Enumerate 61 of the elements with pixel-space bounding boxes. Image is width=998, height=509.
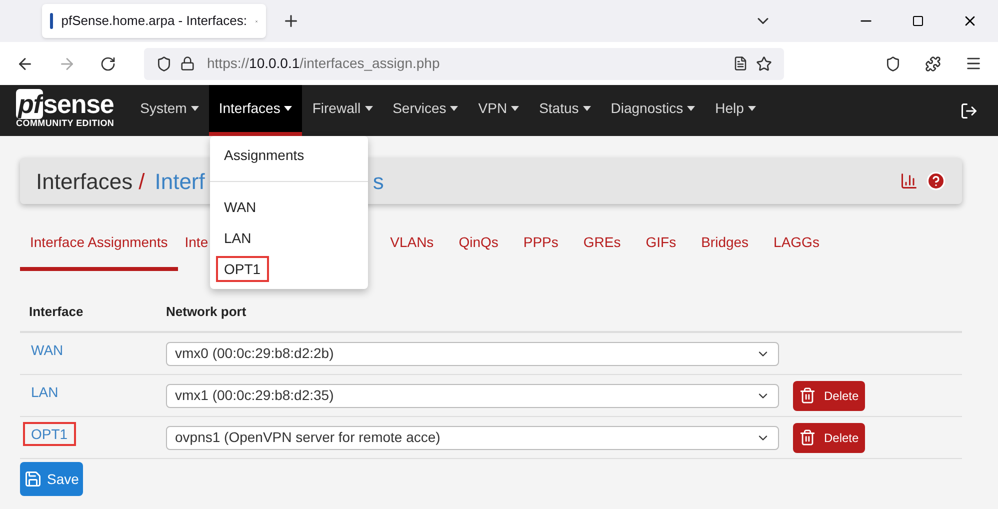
maximize-icon[interactable] [912, 15, 924, 27]
menu-icon[interactable] [965, 55, 982, 72]
logo[interactable]: pfsense COMMUNITY EDITION [16, 85, 114, 136]
shield-icon [156, 56, 172, 72]
delete-button[interactable]: Delete [793, 422, 865, 452]
reader-icon[interactable] [733, 56, 748, 71]
save-icon [24, 470, 42, 488]
tab[interactable]: PPPs [513, 232, 568, 271]
network-port-select[interactable]: vmx1 (00:0c:29:b8:d2:35) [166, 384, 779, 408]
caret-icon [687, 106, 696, 111]
lock-icon [180, 56, 195, 71]
tab[interactable]: Bridges [691, 232, 759, 271]
dropdown-item[interactable]: LAN [216, 225, 260, 251]
dropdown-item[interactable]: Assignments [216, 142, 312, 168]
save-button[interactable]: Save [20, 462, 83, 496]
dropdown-item[interactable]: WAN [216, 194, 264, 220]
caret-icon [190, 106, 199, 111]
tab[interactable]: GIFs [636, 232, 686, 271]
logout-icon[interactable] [960, 102, 978, 120]
caret-icon [748, 106, 756, 111]
tab[interactable]: Interface Assignments [20, 232, 178, 271]
caret-icon [582, 106, 591, 111]
reload-icon[interactable] [100, 56, 116, 72]
interface-link[interactable]: OPT1 [23, 422, 76, 446]
tab[interactable]: GREs [573, 232, 631, 271]
network-port-select[interactable]: vmx0 (00:0c:29:b8:d2:2b) [166, 342, 779, 366]
address-bar[interactable]: https://10.0.0.1/interfaces_assign.php [144, 48, 784, 80]
caret-icon [450, 106, 458, 111]
tab[interactable]: QinQs [448, 232, 508, 271]
chart-icon[interactable] [900, 172, 918, 190]
nav-menu-item[interactable]: Firewall [302, 85, 383, 136]
bookmark-star-icon[interactable] [756, 56, 772, 72]
delete-button[interactable]: Delete [793, 380, 865, 410]
tab[interactable]: VLANs [380, 232, 444, 271]
interface-link[interactable]: LAN [23, 380, 66, 404]
dropdown-item[interactable]: OPT1 [216, 256, 269, 282]
trash-icon [799, 387, 816, 404]
extensions-icon[interactable] [925, 56, 941, 72]
caret-icon [511, 106, 520, 111]
new-tab-icon[interactable] [282, 12, 300, 30]
tab[interactable]: LAGGs [764, 232, 830, 271]
breadcrumb-separator: / [138, 168, 145, 196]
nav-menu-item[interactable]: VPN [468, 85, 530, 136]
column-header: Network port [166, 303, 246, 322]
help-icon[interactable] [926, 171, 946, 191]
nav-menu-item[interactable]: Diagnostics [600, 85, 706, 136]
url-text: https://10.0.0.1/interfaces_assign.php [207, 54, 440, 73]
trash-icon [799, 429, 816, 446]
column-header: Interface [28, 303, 84, 322]
caret-icon [364, 106, 373, 111]
nav-menu-item[interactable]: Help [705, 85, 766, 136]
nav-menu-item[interactable]: Interfaces [208, 85, 302, 136]
network-port-select[interactable]: ovpns1 (OpenVPN server for remote acce) [166, 426, 779, 450]
nav-menu-item[interactable]: Services [382, 85, 468, 136]
tab-title: pfSense.home.arpa - Interfaces: [61, 12, 247, 30]
interface-link[interactable]: WAN [23, 338, 72, 362]
browser-tab[interactable]: pfSense.home.arpa - Interfaces: [42, 4, 266, 38]
caret-icon [284, 106, 292, 111]
nav-menu-item[interactable]: Status [529, 85, 601, 136]
nav-menu-item[interactable]: System [130, 85, 209, 136]
breadcrumb-section: Interfaces [36, 164, 133, 198]
